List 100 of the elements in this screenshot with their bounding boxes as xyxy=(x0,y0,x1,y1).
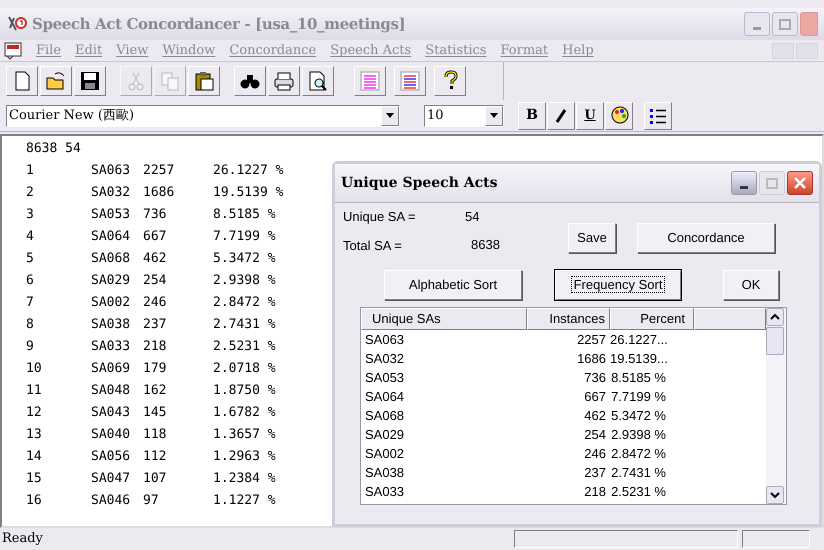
text-cell-text: 1.2963 % xyxy=(213,448,277,466)
text-cell-text: 2257 xyxy=(143,162,176,180)
toolbar-button[interactable] xyxy=(268,66,300,96)
text-cell-text: 5.3472 % xyxy=(213,250,277,268)
text-cell-text: 6 xyxy=(26,272,35,290)
scrollbar[interactable] xyxy=(766,308,786,504)
text-cell-text: 218 xyxy=(143,338,168,356)
text-cell-text: SA047 xyxy=(91,470,132,488)
list-cell-text: 667 xyxy=(583,388,607,406)
list-cell-text: SA063 xyxy=(364,331,406,349)
text-cell-text: 8.5185 % xyxy=(213,206,277,224)
text-cell-text: 145 xyxy=(143,404,168,422)
toolbar-button[interactable] xyxy=(40,66,72,96)
text-cell-text: 246 xyxy=(143,294,168,312)
dropdown-arrow-icon xyxy=(386,113,394,118)
page-magnifier-icon xyxy=(307,70,329,92)
clipboard-icon xyxy=(193,70,215,92)
folder-icon xyxy=(45,70,67,92)
label-text: Total SA = xyxy=(343,237,402,255)
text-cell-text: 1.3657 % xyxy=(213,426,277,444)
toolbar-button[interactable] xyxy=(74,66,106,96)
status-text: Ready xyxy=(2,530,43,548)
toolbar-button[interactable] xyxy=(234,66,266,96)
color-button[interactable] xyxy=(605,102,633,130)
toolbar-button[interactable] xyxy=(6,66,38,96)
list-cell-text: 2.5231 % xyxy=(610,483,667,501)
dialog-button[interactable]: Alphabetic Sort xyxy=(384,270,522,300)
text-cell-text: SA043 xyxy=(91,404,132,422)
close-icon xyxy=(793,176,807,190)
text-cell-text: SA046 xyxy=(91,492,132,510)
dialog-button[interactable]: Concordance xyxy=(637,223,775,253)
value-text: 54 xyxy=(465,208,480,226)
text-cell-text: SA056 xyxy=(91,448,132,466)
text-cell-text: 237 xyxy=(143,316,168,334)
toolbar-button[interactable] xyxy=(302,66,334,96)
text-cell-text: 1686 xyxy=(143,184,176,202)
dialog-title: Unique Speech Acts xyxy=(341,174,498,192)
dialog-button[interactable]: OK xyxy=(723,270,779,300)
label-text: Unique SA = xyxy=(343,208,416,226)
bold-button[interactable]: B xyxy=(518,102,546,130)
list-cell-text: SA002 xyxy=(364,445,406,463)
text-cell-text: 15 xyxy=(26,470,43,488)
column-header[interactable]: Unique SAs xyxy=(361,308,527,330)
dialog-button[interactable]: Frequency Sort xyxy=(555,270,681,300)
text-cell-text: SA002 xyxy=(91,294,132,312)
text-cell-text: 667 xyxy=(143,228,168,246)
text-cell-text: 1.6782 % xyxy=(213,404,277,422)
column-header[interactable]: Percent xyxy=(610,308,694,330)
text-cell-text: 4 xyxy=(26,228,35,246)
dialog-button[interactable]: Save xyxy=(568,223,616,253)
text-cell-text: SA038 xyxy=(91,316,132,334)
text-cell-text: 2.5231 % xyxy=(213,338,277,356)
scroll-down-icon xyxy=(766,486,784,504)
minimize-button[interactable] xyxy=(731,171,757,195)
scroll-thumb[interactable] xyxy=(766,327,784,355)
list-cell-text: 1686 xyxy=(576,350,607,368)
list-cell-text: 218 xyxy=(583,483,607,501)
text-cell-text: 7.7199 % xyxy=(213,228,277,246)
text-cell-text: SA032 xyxy=(91,184,132,202)
toolbar-button[interactable] xyxy=(188,66,220,96)
text-cell-text: 3 xyxy=(26,206,35,224)
text-cell-text: 19.5139 % xyxy=(213,184,284,202)
column-header[interactable]: Instances xyxy=(527,308,610,330)
list-cell-text: SA032 xyxy=(364,350,406,368)
list-cell-text: 2.8472 % xyxy=(610,445,667,463)
list-cell-text: SA029 xyxy=(364,426,406,444)
list-cell-text: 2.9398 % xyxy=(610,426,667,444)
text-cell-text: 1 xyxy=(26,162,35,180)
list-cell-text: 237 xyxy=(583,464,607,482)
text-cell-text: 736 xyxy=(143,206,168,224)
text-cell-text: 2.9398 % xyxy=(213,272,277,290)
text-cell-text: 1.1227 % xyxy=(213,492,277,510)
text-cell-text: 9 xyxy=(26,338,35,356)
text-cell-text: 12 xyxy=(26,404,43,422)
list-cell-text: 5.3472 % xyxy=(610,407,667,425)
bullet-list-icon xyxy=(649,106,667,124)
list-cell-text: 2257 xyxy=(576,331,607,349)
font-size-dropdown[interactable]: 10 xyxy=(424,104,504,126)
list-cell-text: 254 xyxy=(583,426,607,444)
text-cell-text: 118 xyxy=(143,426,168,444)
toolbar-button[interactable] xyxy=(434,66,466,96)
text-cell-text: 1.2384 % xyxy=(213,470,277,488)
text-cell-text: 7 xyxy=(26,294,35,312)
close-button[interactable] xyxy=(787,171,813,195)
text-cell-text: 5 xyxy=(26,250,35,268)
text-cell-text: SA063 xyxy=(91,162,132,180)
slash-icon xyxy=(554,108,568,122)
toolbar-button[interactable] xyxy=(394,66,426,96)
italic-button[interactable] xyxy=(547,102,575,130)
striped-list-icon xyxy=(399,70,421,92)
list-cell-text: SA064 xyxy=(364,388,406,406)
text-cell-text: SA040 xyxy=(91,426,132,444)
text-cell-text: 13 xyxy=(26,426,43,444)
text-cell-text: SA064 xyxy=(91,228,132,246)
palette-icon xyxy=(609,106,629,126)
font-dropdown[interactable]: Courier New (西歐) xyxy=(6,104,400,126)
bullet-list-button[interactable] xyxy=(644,102,672,130)
underline-button[interactable]: U xyxy=(576,102,604,130)
list-cell-text: SA033 xyxy=(364,483,406,501)
text-cell-text: 254 xyxy=(143,272,168,290)
